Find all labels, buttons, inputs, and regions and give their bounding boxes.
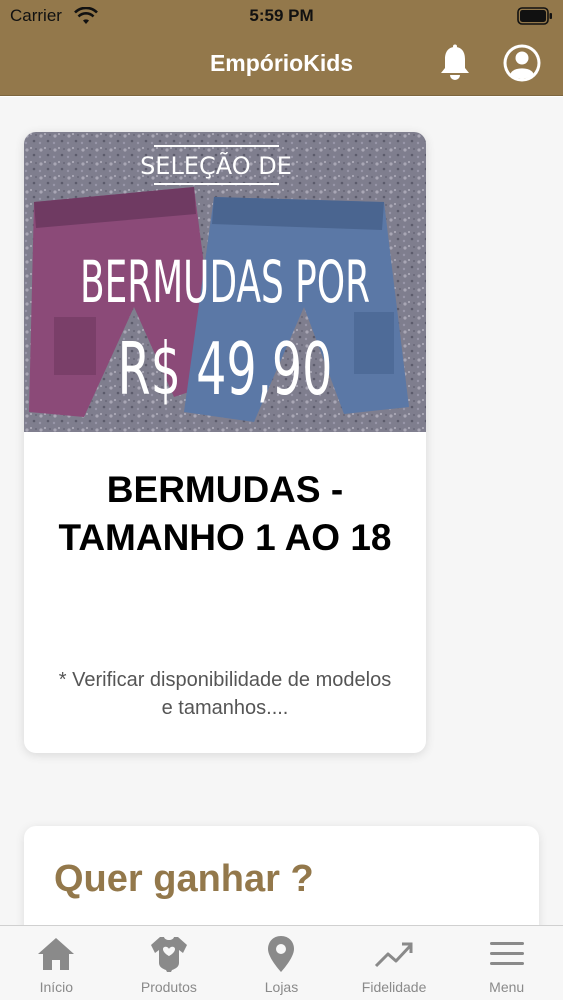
tab-label: Menu xyxy=(489,979,525,995)
hamburger-menu-icon xyxy=(489,942,524,965)
rewards-title: Quer ganhar ? xyxy=(54,858,314,900)
content-area[interactable]: SELEÇÃO DE BERMUDAS POR R$ 49,90 BERMUDA… xyxy=(0,97,563,925)
battery-icon xyxy=(517,7,552,25)
trending-up-icon xyxy=(375,942,413,968)
promo-card[interactable]: SELEÇÃO DE BERMUDAS POR R$ 49,90 BERMUDA… xyxy=(24,132,426,753)
user-circle-icon[interactable] xyxy=(502,43,542,83)
banner-top-label: SELEÇÃO DE xyxy=(140,150,292,180)
status-time: 5:59 PM xyxy=(249,6,314,25)
tab-label: Produtos xyxy=(140,979,197,995)
rewards-card[interactable]: Quer ganhar ? xyxy=(24,826,539,925)
map-pin-icon xyxy=(268,936,295,972)
banner-price: R$ 49,90 xyxy=(118,327,333,411)
tab-inicio[interactable]: Início xyxy=(0,926,113,1000)
promo-note: * Verificar disponibilidade de modelos e… xyxy=(58,669,392,719)
tab-produtos[interactable]: Produtos xyxy=(113,926,226,1000)
tab-bar: Início Produtos Lojas Fidelidade Menu xyxy=(0,925,563,1000)
tab-label: Lojas xyxy=(264,979,299,995)
promo-title: BERMUDAS - TAMANHO 1 AO 18 xyxy=(58,469,392,558)
promo-banner-image: SELEÇÃO DE BERMUDAS POR R$ 49,90 xyxy=(24,132,426,432)
tab-label: Início xyxy=(39,979,74,995)
banner-headline: BERMUDAS POR xyxy=(80,248,370,316)
tab-lojas[interactable]: Lojas xyxy=(225,926,338,1000)
tab-fidelidade[interactable]: Fidelidade xyxy=(338,926,451,1000)
onesie-icon xyxy=(150,937,187,972)
tab-label: Fidelidade xyxy=(361,979,427,995)
bell-icon[interactable] xyxy=(438,44,472,82)
status-bar: Carrier 5:59 PM xyxy=(0,0,563,32)
app-title: EmpórioKids xyxy=(209,50,354,76)
tab-menu[interactable]: Menu xyxy=(450,926,563,1000)
top-bar: Carrier 5:59 PM EmpórioKids xyxy=(0,0,563,96)
app-header: EmpórioKids xyxy=(0,32,563,96)
home-icon xyxy=(38,938,75,970)
